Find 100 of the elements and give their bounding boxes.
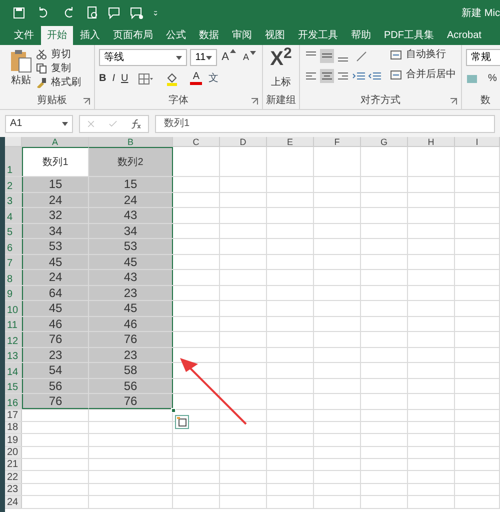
- bold-button[interactable]: B: [99, 71, 106, 86]
- row-header[interactable]: 12: [5, 332, 22, 346]
- table-cell: 23: [22, 348, 89, 362]
- table-cell: 54: [22, 363, 89, 378]
- row-header[interactable]: 8: [5, 270, 22, 284]
- column-header[interactable]: E: [267, 137, 314, 146]
- wrap-text-button[interactable]: 自动换行: [390, 49, 456, 61]
- scissors-icon: [36, 49, 47, 60]
- table-cell: 43: [89, 208, 173, 222]
- ribbon-tab[interactable]: Acrobat: [441, 26, 488, 45]
- row-header[interactable]: 15: [5, 378, 22, 393]
- column-header[interactable]: C: [173, 137, 220, 146]
- table-cell: 45: [22, 254, 89, 269]
- row-header[interactable]: 6: [5, 239, 22, 254]
- column-header[interactable]: F: [314, 137, 361, 146]
- table-cell: 53: [22, 239, 89, 254]
- percent-button[interactable]: %: [488, 71, 497, 86]
- font-name-field[interactable]: 等线: [99, 49, 188, 66]
- quick-analysis-icon[interactable]: [175, 415, 189, 429]
- row-header[interactable]: 16: [5, 394, 22, 408]
- row-header[interactable]: 10: [5, 301, 22, 316]
- table-cell: 56: [89, 378, 173, 393]
- clipboard-action[interactable]: 复制: [36, 63, 81, 74]
- function-icon[interactable]: [130, 118, 142, 130]
- save-icon[interactable]: [12, 6, 26, 20]
- row-header[interactable]: 13: [5, 348, 22, 362]
- row-header[interactable]: 21: [5, 459, 22, 470]
- row-header[interactable]: 22: [5, 471, 22, 483]
- row-header[interactable]: 20: [5, 446, 22, 458]
- table-cell: 45: [89, 254, 173, 269]
- ribbon-tab[interactable]: 页面布局: [107, 26, 159, 45]
- row-header[interactable]: 2: [5, 177, 22, 192]
- row-header[interactable]: 18: [5, 422, 22, 434]
- column-header[interactable]: B: [89, 137, 173, 146]
- formula-field[interactable]: 数列1: [155, 114, 495, 132]
- ribbon-tab[interactable]: 插入: [74, 26, 106, 45]
- comment-settings-icon[interactable]: [130, 6, 144, 20]
- font-size-field[interactable]: 11: [190, 49, 217, 66]
- table-cell: 76: [89, 332, 173, 346]
- dialog-launcher-icon[interactable]: [450, 98, 457, 105]
- row-header[interactable]: 19: [5, 434, 22, 446]
- row-header[interactable]: 17: [5, 410, 22, 421]
- ribbon-tab[interactable]: 文件: [8, 26, 40, 45]
- row-header[interactable]: 14: [5, 363, 22, 378]
- name-box[interactable]: A1: [5, 114, 73, 132]
- caret-icon: [230, 49, 236, 54]
- superscript-button[interactable]: X$^{2}$ 上标: [270, 49, 292, 90]
- font-color-button[interactable]: A: [190, 72, 202, 85]
- table-cell: 数列2: [89, 147, 173, 176]
- ribbon-tab[interactable]: 审阅: [226, 26, 258, 45]
- italic-button[interactable]: I: [112, 71, 116, 86]
- ribbon-tab[interactable]: 开发工具: [292, 26, 344, 45]
- table-cell: 15: [22, 177, 89, 192]
- column-header[interactable]: A: [22, 137, 89, 146]
- row-header[interactable]: 3: [5, 192, 22, 207]
- comment-icon[interactable]: [108, 6, 122, 20]
- table-cell: 58: [89, 363, 173, 378]
- table-cell: 53: [89, 239, 173, 254]
- row-header[interactable]: 9: [5, 286, 22, 300]
- group-label: 对齐方式: [360, 96, 400, 106]
- row-header[interactable]: 1: [5, 147, 22, 176]
- grow-font-button[interactable]: A: [220, 49, 238, 66]
- phonetic-button[interactable]: 文: [208, 71, 218, 86]
- underline-button[interactable]: U: [121, 71, 128, 86]
- table-cell: 45: [89, 301, 173, 316]
- table-cell: 34: [22, 224, 89, 238]
- align-center-icon[interactable]: [320, 69, 334, 83]
- clipboard-action[interactable]: 格式刷: [36, 77, 81, 88]
- column-header[interactable]: G: [361, 137, 408, 146]
- merge-icon: [390, 69, 402, 81]
- row-header[interactable]: 5: [5, 224, 22, 238]
- table-cell: 76: [22, 394, 89, 408]
- column-header[interactable]: I: [455, 137, 500, 146]
- clipboard-action[interactable]: 剪切: [36, 49, 81, 60]
- ribbon-tab[interactable]: 数据: [193, 26, 225, 45]
- column-header[interactable]: H: [408, 137, 455, 146]
- ribbon-tab[interactable]: 帮助: [345, 26, 377, 45]
- shrink-font-button[interactable]: A: [240, 50, 258, 64]
- row-header[interactable]: 4: [5, 208, 22, 222]
- brush-icon: [36, 77, 47, 88]
- table-cell: 32: [22, 208, 89, 222]
- ribbon-tab[interactable]: PDF工具集: [378, 26, 440, 45]
- column-header[interactable]: D: [220, 137, 267, 146]
- ribbon-tab[interactable]: 开始: [41, 26, 73, 45]
- row-header[interactable]: 24: [5, 496, 22, 508]
- ribbon-tab[interactable]: 公式: [160, 26, 192, 45]
- row-header[interactable]: 23: [5, 484, 22, 496]
- fill-handle[interactable]: [171, 408, 176, 413]
- paste-button[interactable]: 粘贴: [10, 49, 32, 88]
- align-middle-icon[interactable]: [320, 49, 334, 63]
- caret-icon: [206, 56, 212, 60]
- row-header[interactable]: 11: [5, 316, 22, 331]
- number-format-field[interactable]: 常规: [466, 49, 500, 66]
- row-header[interactable]: 7: [5, 254, 22, 269]
- dialog-launcher-icon[interactable]: [83, 98, 90, 105]
- group-label: 字体: [168, 96, 188, 106]
- print-preview-icon[interactable]: [86, 6, 100, 20]
- ribbon-tab[interactable]: 视图: [259, 26, 291, 45]
- dialog-launcher-icon[interactable]: [251, 98, 258, 105]
- merge-center-button[interactable]: 合并后居中: [390, 69, 456, 81]
